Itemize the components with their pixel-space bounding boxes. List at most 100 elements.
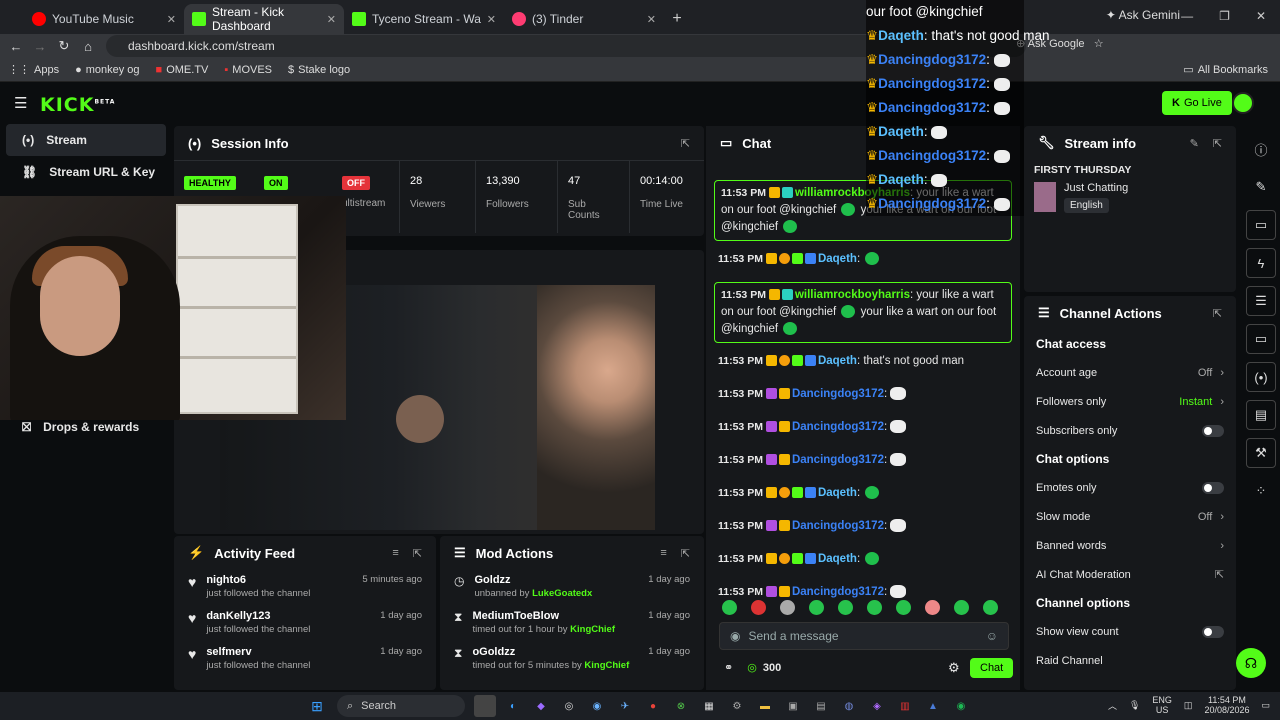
- mod-target-username[interactable]: MediumToeBlow: [472, 610, 615, 622]
- settings-icon[interactable]: ⚙: [726, 695, 748, 717]
- app-icon[interactable]: ◎: [558, 695, 580, 717]
- chat-username[interactable]: Daqeth: [818, 553, 857, 565]
- pencil-icon[interactable]: ✎: [1246, 172, 1276, 202]
- emote-icon[interactable]: [954, 600, 969, 615]
- chat-username[interactable]: Dancingdog3172: [792, 520, 884, 532]
- activity-username[interactable]: selfmerv: [206, 646, 310, 658]
- file-explorer-icon[interactable]: ▬: [754, 695, 776, 717]
- mod-actor[interactable]: KingChief: [570, 624, 615, 635]
- back-icon[interactable]: ←: [4, 39, 28, 54]
- app-icon[interactable]: ▥: [894, 695, 916, 717]
- close-icon[interactable]: ✕: [327, 13, 336, 26]
- spotify-icon[interactable]: ◉: [950, 695, 972, 717]
- mod-target-username[interactable]: Goldzz: [474, 574, 592, 586]
- sidebar-item-stream-url-key[interactable]: ⛓ Stream URL & Key: [6, 156, 166, 188]
- chat-username[interactable]: Dancingdog3172: [792, 388, 884, 400]
- windows-start-icon[interactable]: ⊞: [306, 695, 328, 717]
- close-icon[interactable]: ✕: [647, 13, 656, 26]
- app-icon[interactable]: ▲: [922, 695, 944, 717]
- layout-icon[interactable]: ▭: [1246, 210, 1276, 240]
- bookmark-monkey[interactable]: ● monkey og: [75, 64, 139, 76]
- followers-only-row[interactable]: Followers only Instant ›: [1024, 387, 1236, 416]
- chat-username[interactable]: Dancingdog3172: [792, 421, 884, 433]
- chat-username[interactable]: williamrockboyharris: [795, 289, 910, 301]
- emoji-icon[interactable]: ☺: [986, 629, 998, 643]
- steam-icon[interactable]: ◉: [586, 695, 608, 717]
- kick-logo[interactable]: KICKBETA: [40, 94, 115, 116]
- ai-moderation-row[interactable]: AI Chat Moderation ⇱: [1024, 560, 1236, 589]
- sidebar-item-stream[interactable]: (•) Stream: [6, 124, 166, 156]
- emote-icon[interactable]: [751, 600, 766, 615]
- mod-actor[interactable]: LukeGoatedx: [532, 588, 592, 599]
- all-bookmarks-button[interactable]: ▭ All Bookmarks: [1183, 63, 1268, 77]
- banned-words-row[interactable]: Banned words ›: [1024, 531, 1236, 560]
- popout-icon[interactable]: ⇱: [413, 547, 422, 560]
- emotes-only-toggle[interactable]: [1202, 481, 1224, 494]
- list-icon[interactable]: ☰: [1246, 286, 1276, 316]
- app-icon[interactable]: ✈: [614, 695, 636, 717]
- go-live-button[interactable]: K Go Live: [1162, 91, 1232, 115]
- home-icon[interactable]: ⌂: [76, 39, 100, 54]
- user-avatar[interactable]: [1232, 92, 1254, 114]
- show-view-count-toggle[interactable]: [1202, 625, 1224, 638]
- chat-settings-link-icon[interactable]: ⚭: [724, 661, 733, 674]
- emote-icon[interactable]: [925, 600, 940, 615]
- info-icon[interactable]: ⓘ: [1246, 134, 1276, 164]
- popout-icon[interactable]: ⇱: [681, 137, 690, 150]
- mod-target-username[interactable]: oGoldzz: [472, 646, 629, 658]
- tab-kick-dashboard[interactable]: Stream - Kick Dashboard ✕: [184, 4, 344, 34]
- bookmark-moves[interactable]: ▪ MOVES: [224, 64, 272, 76]
- chat-username[interactable]: Daqeth: [818, 355, 857, 367]
- popout-icon[interactable]: ⇱: [681, 547, 690, 560]
- language-indicator[interactable]: ENG US: [1152, 695, 1172, 715]
- emote-icon[interactable]: [983, 600, 998, 615]
- wrench-icon[interactable]: ⚒: [1246, 438, 1276, 468]
- app-icon[interactable]: ◆: [530, 695, 552, 717]
- chrome-icon[interactable]: ●: [642, 695, 664, 717]
- network-icon[interactable]: ◫: [1184, 700, 1193, 711]
- chat-username[interactable]: Dancingdog3172: [792, 454, 884, 466]
- chat-input[interactable]: ◉ Send a message ☺: [719, 622, 1009, 650]
- notification-icon[interactable]: ▭: [1261, 700, 1270, 711]
- close-icon[interactable]: ✕: [167, 13, 176, 26]
- emote-icon[interactable]: [867, 600, 882, 615]
- table-icon[interactable]: ▤: [1246, 400, 1276, 430]
- app-icon[interactable]: ▤: [810, 695, 832, 717]
- emote-icon[interactable]: [838, 600, 853, 615]
- popout-icon[interactable]: ⇱: [1213, 307, 1222, 320]
- bookmark-apps[interactable]: ⋮⋮ Apps: [8, 63, 59, 77]
- restore-icon[interactable]: ❐: [1219, 9, 1230, 23]
- app-icon[interactable]: ◈: [866, 695, 888, 717]
- emote-icon[interactable]: [722, 600, 737, 615]
- mic-icon[interactable]: 🎙︎: [1129, 700, 1140, 711]
- tab-tyceno-stream[interactable]: Tyceno Stream - Watch Live on ✕: [344, 4, 504, 34]
- raid-channel-row[interactable]: Raid Channel: [1024, 646, 1236, 675]
- help-button[interactable]: ☊: [1236, 648, 1266, 678]
- minimize-icon[interactable]: —: [1181, 9, 1193, 23]
- activity-username[interactable]: danKelly123: [206, 610, 310, 622]
- chat-username[interactable]: Daqeth: [818, 487, 857, 499]
- taskbar-search[interactable]: ⌕ Search: [337, 695, 465, 717]
- mod-actor[interactable]: KingChief: [584, 660, 629, 671]
- emote-icon[interactable]: [896, 600, 911, 615]
- task-view-icon[interactable]: [474, 695, 496, 717]
- gear-icon[interactable]: ⚙: [948, 660, 960, 676]
- ask-gemini-button[interactable]: ✦ Ask Gemini: [1106, 8, 1180, 22]
- filter-icon[interactable]: ≡: [660, 547, 666, 560]
- tab-tinder[interactable]: (3) Tinder ✕: [504, 4, 664, 34]
- emote-icon[interactable]: [780, 600, 795, 615]
- tab-youtube-music[interactable]: YouTube Music ✕: [24, 4, 184, 34]
- chat-send-button[interactable]: Chat: [970, 658, 1014, 678]
- app-icon[interactable]: ▣: [782, 695, 804, 717]
- popout-icon[interactable]: ⇱: [1213, 137, 1222, 150]
- forward-icon[interactable]: →: [28, 39, 52, 54]
- xbox-icon[interactable]: ⊗: [670, 695, 692, 717]
- filter-icon[interactable]: ≡: [392, 547, 398, 560]
- slow-mode-row[interactable]: Slow mode Off ›: [1024, 502, 1236, 531]
- edge-icon[interactable]: ◐: [502, 695, 524, 717]
- chat-icon[interactable]: ▭: [1246, 324, 1276, 354]
- activity-username[interactable]: nighto6: [206, 574, 310, 586]
- account-age-row[interactable]: Account age Off ›: [1024, 358, 1236, 387]
- subscribers-only-toggle[interactable]: [1202, 424, 1224, 437]
- bookmark-ometv[interactable]: ■ OME.TV: [156, 64, 209, 76]
